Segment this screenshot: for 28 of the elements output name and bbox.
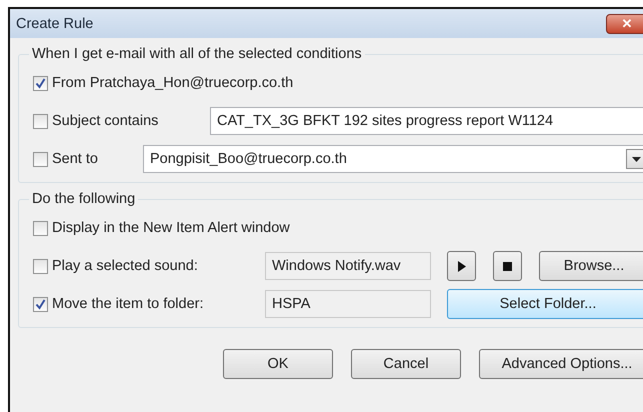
recipient-dropdown[interactable]: Pongpisit_Boo@truecorp.co.th — [143, 145, 643, 173]
play-button[interactable] — [447, 251, 476, 281]
group-title: When I get e-mail with all of the selected conditions — [31, 46, 363, 62]
stop-icon — [503, 262, 512, 270]
condition-label: Subject contains — [52, 113, 160, 129]
window-title: Create Rule — [16, 16, 94, 32]
action-label: Display in the New Item Alert window — [52, 220, 290, 236]
subject-field[interactable]: CAT_TX_3G BFKT 192 sites progress report W1124 — [210, 107, 643, 135]
dialog-button[interactable]: Advanced Options... — [479, 349, 643, 379]
condition-label: Sent to — [52, 151, 99, 167]
checkbox[interactable] — [33, 76, 48, 90]
stop-button[interactable] — [493, 251, 522, 281]
checkbox[interactable] — [33, 258, 48, 274]
action-label: Move the item to folder: — [52, 296, 205, 312]
dialog-button[interactable]: OK — [223, 349, 333, 379]
select-folder-button[interactable]: Select Folder... — [447, 289, 643, 319]
checkbox[interactable] — [33, 220, 48, 236]
play-icon — [458, 260, 466, 272]
dialog-button[interactable]: Cancel — [351, 349, 461, 379]
sound-field[interactable]: Windows Notify.wav — [265, 252, 431, 280]
browse-button[interactable]: Browse... — [539, 251, 643, 281]
checkbox[interactable] — [33, 296, 48, 312]
checkbox[interactable] — [33, 152, 48, 166]
folder-field[interactable]: HSPA — [265, 290, 431, 318]
action-label: Play a selected sound: — [52, 258, 199, 274]
group-title: Do the following — [31, 191, 136, 207]
condition-label: From Pratchaya_Hon@truecorp.co.th — [52, 75, 294, 91]
checkbox[interactable] — [33, 114, 48, 128]
